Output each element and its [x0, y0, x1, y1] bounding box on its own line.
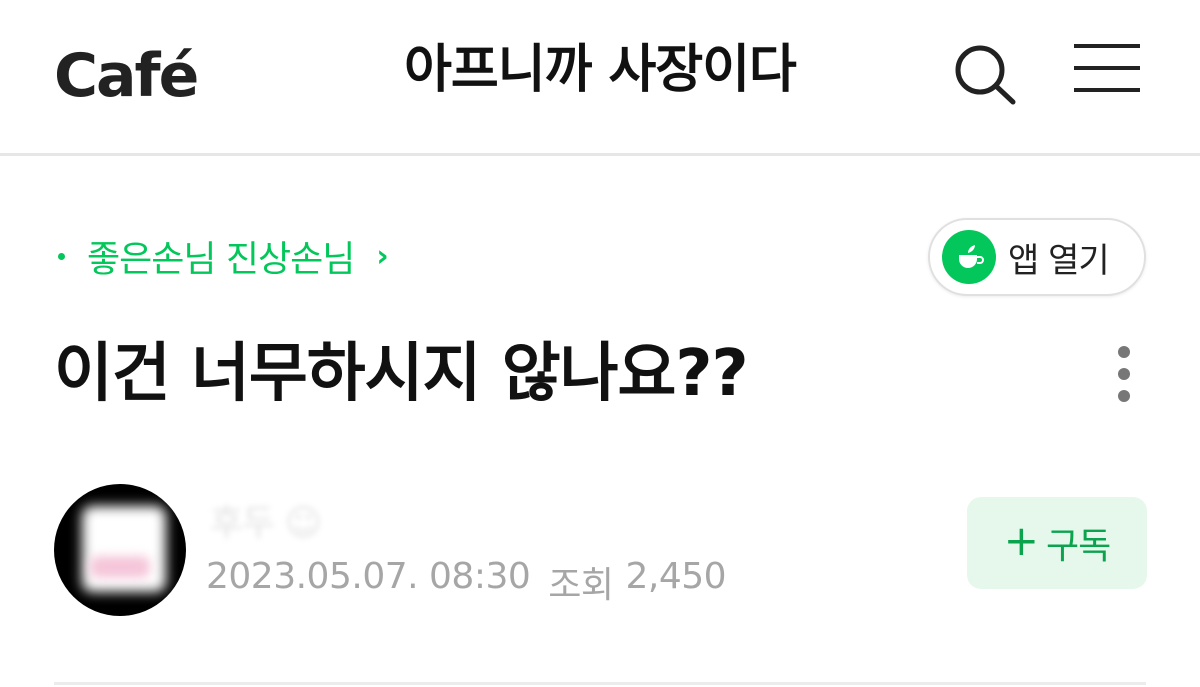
- views-label: 조회: [548, 565, 614, 606]
- plus-icon: +: [1003, 516, 1039, 565]
- hamburger-menu-icon[interactable]: [1072, 42, 1142, 98]
- board-link[interactable]: 좋은손님 진상손님 ›: [58, 226, 389, 286]
- open-app-label: 앱 열기: [1008, 240, 1110, 281]
- cafe-name[interactable]: 아프니까 사장이다: [300, 38, 900, 102]
- author-name[interactable]: 후두 ☺: [210, 494, 322, 546]
- views-count: 2,450: [625, 556, 727, 597]
- chevron-right-icon: ›: [376, 238, 388, 274]
- cafe-post-page: Café 아프니까 사장이다 좋은손님 진상손님 › 앱 열기 이건 너무하시지…: [0, 0, 1200, 687]
- search-icon[interactable]: [950, 42, 1020, 106]
- top-header: Café 아프니까 사장이다: [0, 0, 1200, 156]
- subscribe-button[interactable]: + 구독: [967, 497, 1147, 589]
- more-vertical-icon[interactable]: [1108, 344, 1142, 404]
- cafe-logo[interactable]: Café: [54, 36, 199, 111]
- post-date: 2023.05.07. 08:30: [206, 556, 531, 597]
- logo-text: Café: [54, 41, 199, 111]
- open-app-button[interactable]: 앱 열기: [928, 218, 1146, 296]
- bullet-dot: [58, 252, 65, 260]
- board-name: 좋은손님 진상손님: [87, 239, 355, 280]
- subscribe-label: 구독: [1045, 526, 1111, 567]
- post-meta: 2023.05.07. 08:30 조회 2,450: [206, 556, 727, 608]
- author-avatar[interactable]: [54, 484, 186, 616]
- cafe-app-icon: [942, 230, 996, 284]
- post-title: 이건 너무하시지 않나요??: [54, 337, 749, 411]
- divider: [54, 682, 1146, 685]
